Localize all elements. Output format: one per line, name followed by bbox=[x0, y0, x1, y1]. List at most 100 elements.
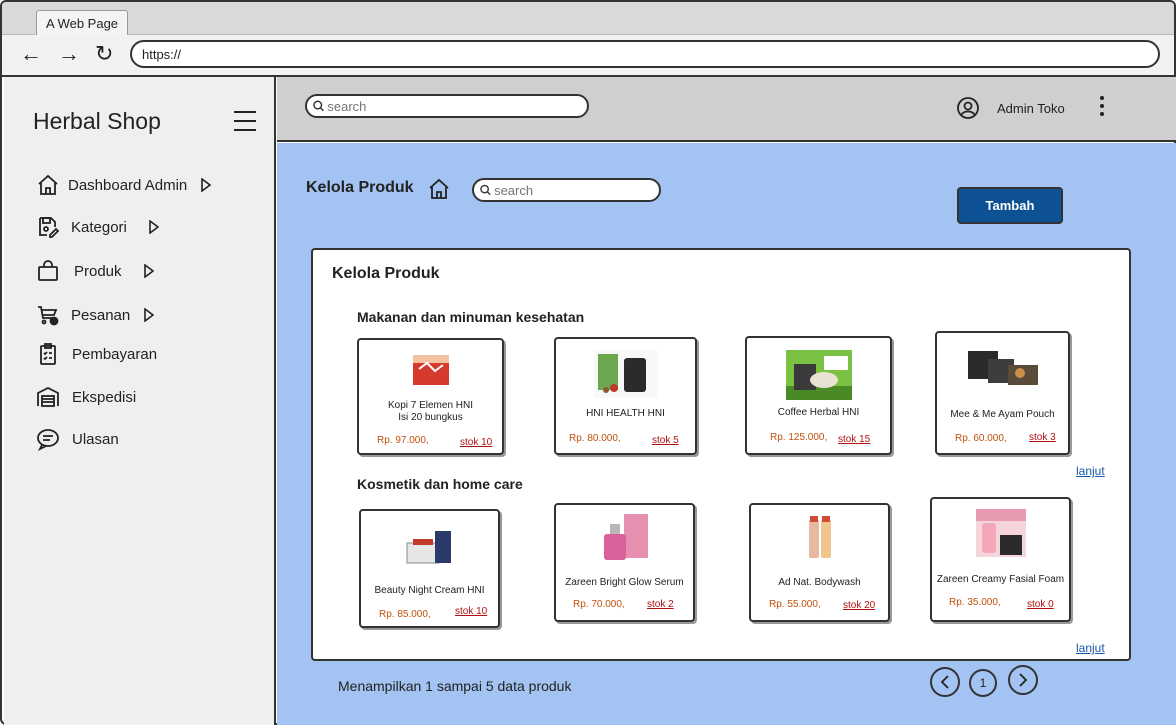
sidebar-item-pesanan[interactable]: Pesanan bbox=[36, 301, 155, 329]
address-bar: ← → ↻ https:// bbox=[2, 35, 1174, 77]
warehouse-icon bbox=[36, 385, 60, 409]
chat-icon bbox=[36, 427, 60, 451]
browser-tab[interactable]: A Web Page bbox=[36, 10, 129, 36]
brand-title: Herbal Shop bbox=[33, 108, 161, 134]
sidebar-item-pembayaran[interactable]: Pembayaran bbox=[36, 340, 157, 368]
sidebar-item-label: Ulasan bbox=[72, 430, 119, 448]
product-name: Zareen Bright Glow Serum bbox=[565, 577, 684, 588]
product-card[interactable]: Mee & Me Ayam Pouch Rp. 60.000, stok 3 bbox=[935, 331, 1070, 455]
header-search-field[interactable] bbox=[305, 94, 589, 118]
product-price: Rp. 85.000, bbox=[379, 609, 431, 620]
tab-bar: A Web Page bbox=[2, 2, 1174, 36]
sidebar-item-label: Ekspedisi bbox=[72, 388, 137, 406]
pagination-prev-button[interactable] bbox=[930, 667, 960, 697]
product-stock: stok 3 bbox=[1029, 432, 1056, 443]
product-name: Kopi 7 Elemen HNI Isi 20 bungkus bbox=[387, 400, 474, 423]
product-name: Coffee Herbal HNI bbox=[777, 407, 860, 418]
product-card[interactable]: HNI HEALTH HNI Rp. 80.000, stok 5 bbox=[554, 337, 697, 455]
sidebar-item-label: Pembayaran bbox=[72, 345, 158, 363]
product-card[interactable]: Beauty Night Cream HNI Rp. 85.000, stok … bbox=[359, 509, 500, 628]
product-image bbox=[975, 509, 1026, 557]
product-price: Rp. 125.000, bbox=[770, 432, 828, 443]
page-number: 1 bbox=[979, 676, 987, 690]
hamburger-menu-icon[interactable] bbox=[234, 111, 256, 138]
chevron-right-icon bbox=[1019, 673, 1028, 687]
caret-right-icon bbox=[144, 308, 155, 322]
reload-icon[interactable]: ↻ bbox=[95, 41, 113, 67]
sidebar-item-ekspedisi[interactable]: Ekspedisi bbox=[36, 383, 136, 411]
product-stock: stok 0 bbox=[1027, 599, 1054, 610]
product-price: Rp. 70.000, bbox=[573, 599, 625, 610]
product-image bbox=[802, 514, 837, 560]
pagination-next-button[interactable] bbox=[1008, 665, 1038, 695]
product-card[interactable]: Kopi 7 Elemen HNI Isi 20 bungkus Rp. 97.… bbox=[357, 338, 504, 455]
more-link[interactable]: lanjut bbox=[1076, 464, 1105, 478]
product-stock: stok 5 bbox=[652, 435, 679, 446]
more-link[interactable]: lanjut bbox=[1076, 641, 1105, 655]
sidebar-item-produk[interactable]: Produk bbox=[36, 257, 154, 285]
header-search-input[interactable] bbox=[327, 98, 587, 114]
sidebar-item-ulasan[interactable]: Ulasan bbox=[36, 425, 119, 453]
product-image bbox=[593, 350, 658, 398]
search-icon bbox=[480, 184, 491, 196]
product-stock: stok 20 bbox=[843, 600, 876, 611]
product-price: Rp. 97.000, bbox=[377, 435, 429, 446]
admin-profile[interactable]: Admin Toko bbox=[956, 96, 1065, 120]
product-card[interactable]: Zareen Creamy Fasial Foam Rp. 35.000, st… bbox=[930, 497, 1071, 622]
sidebar: Herbal Shop Dashboard Admin Kategori Pro… bbox=[4, 77, 276, 725]
pagination-page-button[interactable]: 1 bbox=[969, 669, 997, 697]
category-title: Kosmetik dan home care bbox=[357, 476, 523, 492]
cart-icon bbox=[36, 303, 60, 327]
admin-name: Admin Toko bbox=[997, 100, 1065, 116]
page-title: Kelola Produk bbox=[306, 179, 414, 196]
product-name: HNI HEALTH HNI bbox=[586, 408, 665, 419]
product-stock: stok 15 bbox=[838, 434, 871, 445]
url-input[interactable]: https:// bbox=[130, 40, 1160, 68]
product-stock: stok 2 bbox=[647, 599, 674, 610]
more-vertical-icon[interactable] bbox=[1100, 96, 1106, 120]
product-image bbox=[404, 527, 455, 567]
shopping-bag-icon bbox=[36, 259, 60, 283]
product-name: Mee & Me Ayam Pouch bbox=[950, 409, 1055, 420]
home-icon[interactable] bbox=[427, 177, 451, 206]
product-name: Zareen Creamy Fasial Foam bbox=[936, 574, 1065, 585]
clipboard-list-icon bbox=[36, 342, 60, 366]
user-avatar-icon bbox=[957, 97, 979, 119]
product-price: Rp. 80.000, bbox=[569, 433, 621, 444]
product-search-field[interactable] bbox=[472, 178, 661, 202]
caret-right-icon bbox=[149, 220, 159, 234]
sidebar-item-label: Pesanan bbox=[71, 306, 131, 324]
add-product-button[interactable]: Tambah bbox=[957, 187, 1063, 224]
product-stock: stok 10 bbox=[460, 437, 493, 448]
sidebar-item-label: Produk bbox=[74, 262, 122, 280]
home-icon bbox=[36, 173, 60, 197]
product-image bbox=[785, 350, 852, 400]
back-arrow-icon[interactable]: ← bbox=[20, 41, 42, 67]
sidebar-item-label: Dashboard Admin bbox=[68, 176, 188, 194]
caret-right-icon bbox=[143, 264, 154, 278]
sidebar-item-kategori[interactable]: Kategori bbox=[36, 213, 159, 241]
product-search-input[interactable] bbox=[494, 182, 659, 198]
forward-arrow-icon[interactable]: → bbox=[58, 41, 80, 67]
product-image bbox=[963, 347, 1042, 389]
product-price: Rp. 35.000, bbox=[949, 597, 1001, 608]
product-price: Rp. 60.000, bbox=[955, 433, 1007, 444]
product-image bbox=[597, 512, 652, 564]
chevron-left-icon bbox=[940, 675, 949, 689]
product-card[interactable]: Coffee Herbal HNI Rp. 125.000, stok 15 bbox=[745, 336, 892, 455]
sidebar-item-label: Kategori bbox=[71, 218, 127, 236]
caret-right-icon bbox=[201, 178, 212, 192]
product-image bbox=[404, 349, 457, 387]
product-card[interactable]: Zareen Bright Glow Serum Rp. 70.000, sto… bbox=[554, 503, 695, 622]
product-price: Rp. 55.000, bbox=[769, 599, 821, 610]
category-title: Makanan dan minuman kesehatan bbox=[357, 309, 585, 325]
pagination-summary: Menampilkan 1 sampai 5 data produk bbox=[338, 678, 572, 694]
product-name: Beauty Night Cream HNI bbox=[374, 585, 485, 596]
product-name: Ad Nat. Bodywash bbox=[778, 577, 861, 588]
panel-title: Kelola Produk bbox=[332, 265, 440, 282]
save-edit-icon bbox=[36, 215, 60, 239]
product-stock: stok 10 bbox=[455, 606, 488, 617]
search-icon bbox=[313, 100, 324, 112]
product-card[interactable]: Ad Nat. Bodywash Rp. 55.000, stok 20 bbox=[749, 503, 890, 622]
sidebar-item-dashboard-admin[interactable]: Dashboard Admin bbox=[36, 171, 212, 199]
